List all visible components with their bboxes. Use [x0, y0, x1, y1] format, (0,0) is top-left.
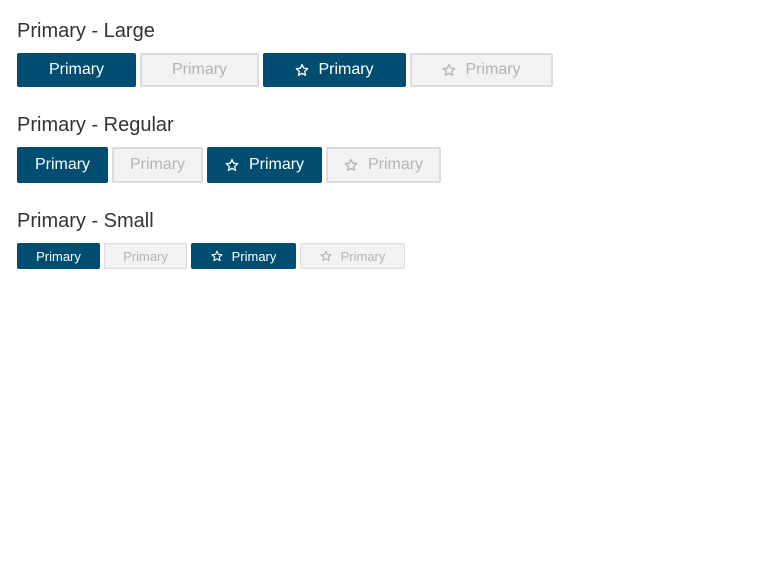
button-label: Primary	[123, 248, 168, 264]
primary-small-star-button[interactable]: Primary	[191, 243, 296, 269]
button-label: Primary	[367, 156, 424, 173]
star-outline-icon	[442, 63, 456, 77]
star-outline-icon	[225, 158, 239, 172]
button-row-large: Primary Primary Primary Primary	[17, 53, 557, 87]
star-outline-icon	[320, 250, 332, 262]
button-label: Primary	[129, 156, 186, 173]
button-label: Primary	[34, 156, 91, 173]
primary-large-disabled-button: Primary	[140, 53, 259, 87]
primary-large-button[interactable]: Primary	[17, 53, 136, 87]
star-outline-icon	[295, 63, 309, 77]
section-title-small: Primary - Small	[17, 210, 154, 232]
primary-large-star-button[interactable]: Primary	[263, 53, 406, 87]
primary-regular-star-button[interactable]: Primary	[207, 147, 322, 183]
section-title-regular: Primary - Regular	[17, 114, 174, 136]
primary-small-star-disabled-button: Primary	[300, 243, 405, 269]
button-label: Primary	[318, 61, 374, 78]
star-outline-icon	[211, 250, 223, 262]
primary-regular-disabled-button: Primary	[112, 147, 203, 183]
button-label: Primary	[340, 248, 386, 264]
star-outline-icon	[344, 158, 358, 172]
button-label: Primary	[36, 248, 81, 264]
button-label: Primary	[465, 61, 521, 78]
primary-regular-button[interactable]: Primary	[17, 147, 108, 183]
button-label: Primary	[48, 61, 105, 78]
button-showcase-page: Primary - Large Primary Primary Primary …	[0, 0, 768, 576]
button-row-regular: Primary Primary Primary Primary	[17, 147, 445, 183]
button-label: Primary	[171, 61, 228, 78]
button-label: Primary	[231, 248, 277, 264]
primary-large-star-disabled-button: Primary	[410, 53, 553, 87]
primary-regular-star-disabled-button: Primary	[326, 147, 441, 183]
primary-small-button[interactable]: Primary	[17, 243, 100, 269]
button-label: Primary	[248, 156, 305, 173]
button-row-small: Primary Primary Primary Primary	[17, 243, 409, 269]
primary-small-disabled-button: Primary	[104, 243, 187, 269]
section-title-large: Primary - Large	[17, 20, 155, 42]
